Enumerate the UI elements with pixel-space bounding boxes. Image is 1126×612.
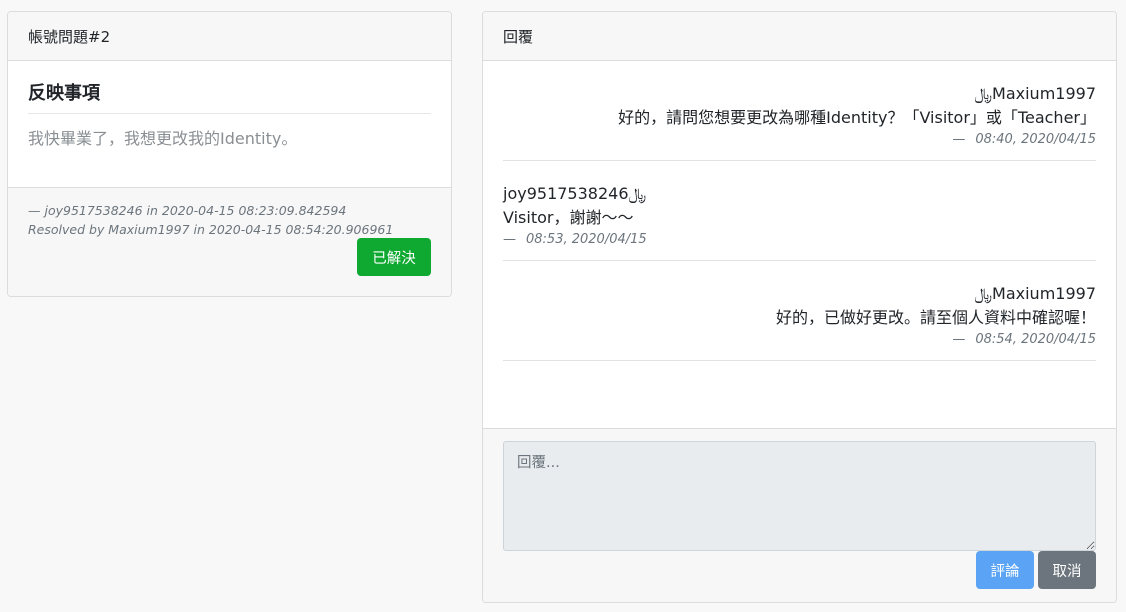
cancel-button[interactable]: 取消 xyxy=(1038,551,1096,589)
message-author: joy9517538246﷼ xyxy=(503,184,647,203)
message-text: 好的，已做好更改。請至個人資料中確認喔！ xyxy=(775,308,1096,327)
reply-card: 回覆 ﷼Maxium1997 好的，請問您想要更改為哪種Identity？「Vi… xyxy=(482,11,1117,603)
message-text: 好的，請問您想要更改為哪種Identity？「Visitor」或「Teacher… xyxy=(618,108,1096,127)
issue-body: 反映事項 我快畢業了，我想更改我的Identity。 xyxy=(8,61,451,187)
issue-header: 帳號問題#2 xyxy=(8,12,451,61)
resolved-status-button[interactable]: 已解決 xyxy=(357,238,431,276)
reply-textarea[interactable] xyxy=(503,441,1096,551)
message-text: Visitor，謝謝～～ xyxy=(503,208,634,227)
issue-card: 帳號問題#2 反映事項 我快畢業了，我想更改我的Identity。 — joy9… xyxy=(7,11,452,297)
message-timestamp: —08:53, 2020/04/15 xyxy=(503,232,647,247)
message-item: joy9517538246﷼ Visitor，謝謝～～ —08:53, 2020… xyxy=(503,161,1096,261)
message-author: ﷼Maxium1997 xyxy=(974,84,1096,103)
message-item: ﷼Maxium1997 好的，已做好更改。請至個人資料中確認喔！ —08:54,… xyxy=(503,261,1096,361)
issue-content: 我快畢業了，我想更改我的Identity。 xyxy=(28,129,298,148)
message-timestamp: —08:54, 2020/04/15 xyxy=(952,332,1096,347)
message-item: ﷼Maxium1997 好的，請問您想要更改為哪種Identity？「Visit… xyxy=(503,61,1096,161)
issue-created-meta: — joy9517538246 in 2020-04-15 08:23:09.8… xyxy=(28,203,347,218)
reply-form: 評論 取消 xyxy=(483,428,1116,602)
reply-header: 回覆 xyxy=(483,12,1116,61)
issue-title: 反映事項 xyxy=(28,79,431,114)
issue-footer: — joy9517538246 in 2020-04-15 08:23:09.8… xyxy=(8,187,451,296)
comment-button[interactable]: 評論 xyxy=(976,551,1034,589)
issue-resolved-meta: Resolved by Maxium1997 in 2020-04-15 08:… xyxy=(28,222,394,237)
reply-thread: ﷼Maxium1997 好的，請問您想要更改為哪種Identity？「Visit… xyxy=(483,61,1116,429)
message-timestamp: —08:40, 2020/04/15 xyxy=(952,132,1096,147)
message-author: ﷼Maxium1997 xyxy=(974,284,1096,303)
